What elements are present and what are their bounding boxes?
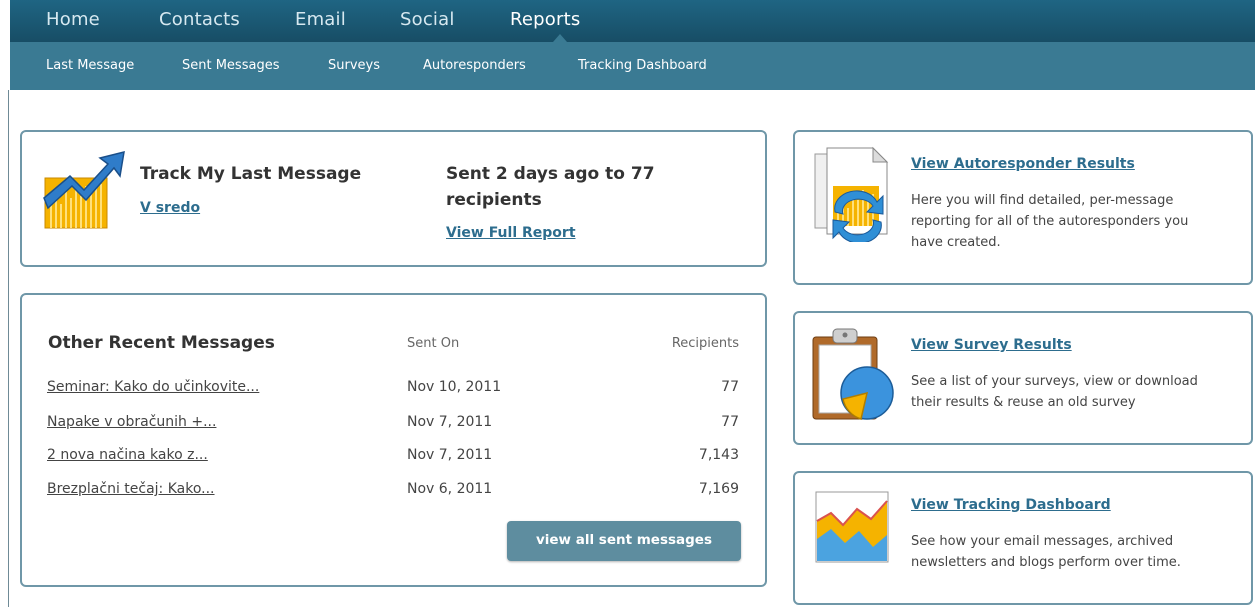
recipient-count: 77 [721,414,739,430]
view-all-sent-messages-button[interactable]: view all sent messages [507,521,741,561]
message-link[interactable]: Napake v obračunih +... [47,414,216,430]
active-tab-caret [553,34,567,42]
recipient-count: 7,143 [698,447,739,463]
recent-messages-panel: Other Recent Messages Sent On Recipients… [20,293,767,587]
subnav-last-message[interactable]: Last Message [46,58,134,73]
subnav-tracking-dashboard[interactable]: Tracking Dashboard [578,58,707,73]
sub-nav: Last Message Sent Messages Surveys Autor… [10,42,1255,90]
subnav-surveys[interactable]: Surveys [328,58,380,73]
nav-social[interactable]: Social [400,9,455,30]
clipboard-pie-icon [809,327,895,431]
sent-date: Nov 7, 2011 [407,447,493,463]
growth-chart-icon [42,148,126,232]
autoresponder-icon [811,146,893,244]
view-autoresponder-results-link[interactable]: View Autoresponder Results [911,156,1135,172]
nav-email[interactable]: Email [295,9,346,30]
nav-reports[interactable]: Reports [510,9,580,30]
description-line: See how your email messages, archived [911,534,1174,549]
autoresponder-results-card: View Autoresponder Results Here you will… [793,130,1253,285]
view-survey-results-link[interactable]: View Survey Results [911,337,1072,353]
last-message-link[interactable]: V sredo [140,200,200,216]
view-tracking-dashboard-link[interactable]: View Tracking Dashboard [911,497,1111,513]
sent-summary-line1: Sent 2 days ago to 77 [446,164,655,184]
survey-description: See a list of your surveys, view or down… [911,371,1241,413]
column-header-sent-on: Sent On [407,336,460,351]
recipient-count: 77 [721,379,739,395]
nav-home[interactable]: Home [46,9,100,30]
description-line: See a list of your surveys, view or down… [911,374,1198,389]
main-nav: Home Contacts Email Social Reports [10,0,1255,42]
autoresponder-description: Here you will find detailed, per-message… [911,190,1241,253]
subnav-autoresponders[interactable]: Autoresponders [423,58,526,73]
message-link[interactable]: Brezplačni tečaj: Kako... [47,481,215,497]
track-last-message-panel: Track My Last Message V sredo Sent 2 day… [20,130,767,267]
description-line: have created. [911,235,1001,250]
subnav-sent-messages[interactable]: Sent Messages [182,58,279,73]
view-full-report-link[interactable]: View Full Report [446,225,576,241]
sent-date: Nov 10, 2011 [407,379,502,395]
track-title: Track My Last Message [140,164,362,184]
survey-results-card: View Survey Results See a list of your s… [793,311,1253,445]
tracking-description: See how your email messages, archived ne… [911,531,1241,573]
description-line: Here you will find detailed, per-message [911,193,1174,208]
sent-date: Nov 6, 2011 [407,481,493,497]
recent-messages-title: Other Recent Messages [48,333,275,353]
description-line: newsletters and blogs perform over time. [911,555,1181,570]
message-link[interactable]: Seminar: Kako do učinkovite... [47,379,259,395]
tracking-chart-icon [815,491,889,563]
column-header-recipients: Recipients [671,336,739,351]
description-line: their results & reuse an old survey [911,395,1136,410]
recipient-count: 7,169 [698,481,739,497]
nav-contacts[interactable]: Contacts [159,9,240,30]
tracking-dashboard-card: View Tracking Dashboard See how your ema… [793,471,1253,605]
sent-summary-line2: recipients [446,190,542,210]
description-line: reporting for all of the autoresponders … [911,214,1189,229]
sent-date: Nov 7, 2011 [407,414,493,430]
message-link[interactable]: 2 nova načina kako z... [47,447,208,463]
page-left-border [8,90,9,607]
